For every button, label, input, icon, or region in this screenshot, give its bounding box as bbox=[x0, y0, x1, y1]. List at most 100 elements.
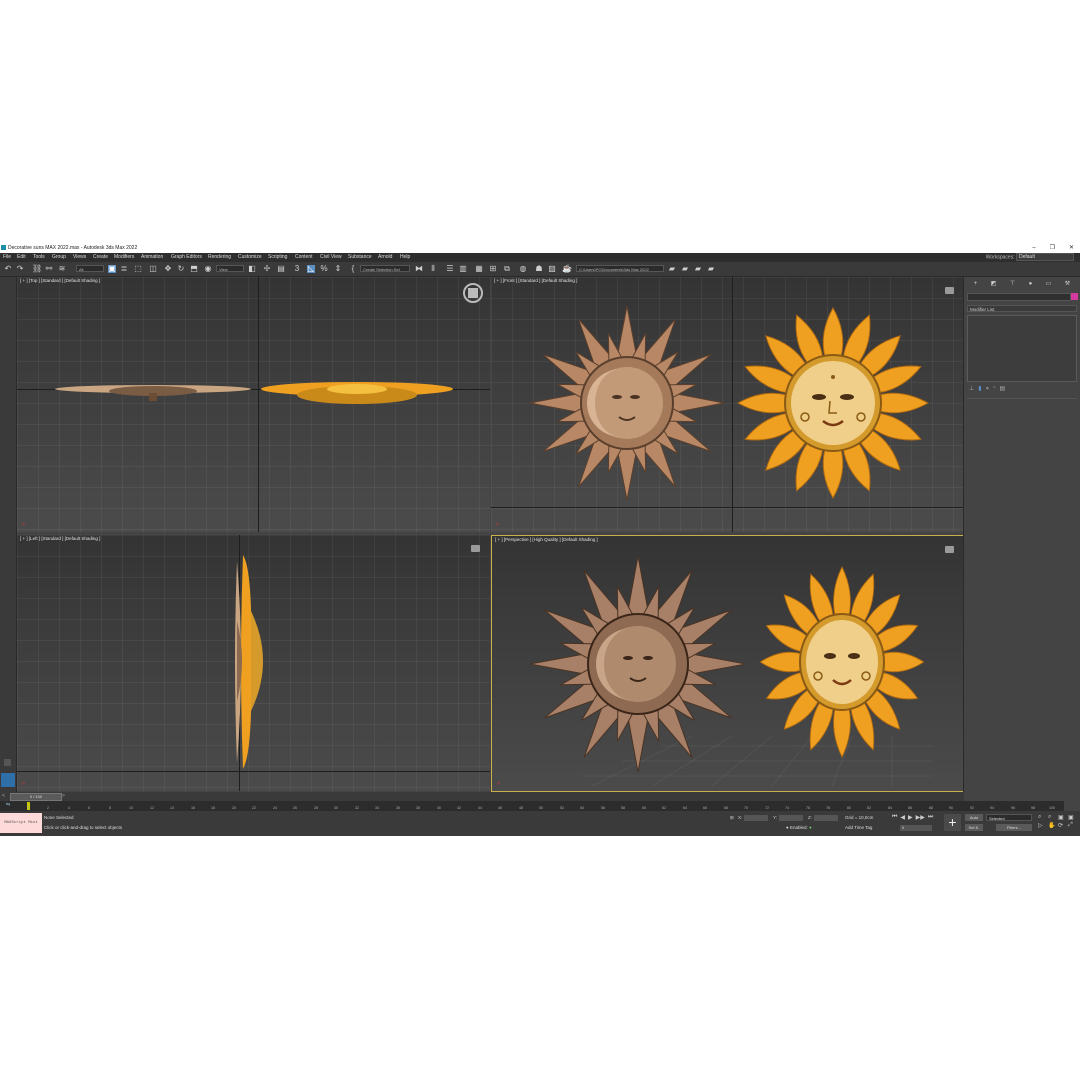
time-slider[interactable]: < 0 / 100 > bbox=[0, 792, 964, 801]
go-to-end-icon[interactable]: ⏭ bbox=[928, 814, 933, 821]
reference-coordinate-dropdown[interactable]: View bbox=[216, 265, 244, 272]
project-icon-2[interactable]: ▰ bbox=[681, 265, 689, 273]
viewport-label-front[interactable]: [ + ] [Front ] [Standard ] [Default Shad… bbox=[494, 278, 577, 283]
window-crossing-icon[interactable]: ◫ bbox=[149, 265, 157, 273]
prev-key-icon[interactable]: ◀ bbox=[900, 814, 905, 821]
project-icon-4[interactable]: ▰ bbox=[707, 265, 715, 273]
camera-icon[interactable] bbox=[945, 546, 954, 553]
menu-tools[interactable]: Tools bbox=[33, 253, 45, 262]
redo-icon[interactable]: ↷ bbox=[16, 265, 24, 273]
object-name-field[interactable] bbox=[967, 293, 1071, 301]
expand-icon[interactable] bbox=[4, 759, 11, 766]
menu-civil-view[interactable]: Civil View bbox=[320, 253, 342, 262]
viewport-label-top[interactable]: [ + ] [Top ] [Standard ] [Default Shadin… bbox=[20, 278, 100, 283]
camera-icon[interactable] bbox=[945, 287, 954, 294]
bind-space-warp-icon[interactable]: ≋ bbox=[58, 265, 66, 273]
make-unique-icon[interactable]: ⋄ bbox=[986, 385, 990, 392]
undo-icon[interactable]: ↶ bbox=[4, 265, 12, 273]
utilities-tab-icon[interactable]: ⚒ bbox=[1065, 280, 1070, 288]
maximize-viewport-icon[interactable]: ⤢ bbox=[1068, 822, 1077, 829]
set-key-button[interactable]: Set K. bbox=[965, 824, 983, 831]
camera-icon[interactable] bbox=[471, 545, 480, 552]
select-object-icon[interactable]: ▣ bbox=[108, 265, 116, 273]
viewport-layout-icon[interactable] bbox=[1, 773, 15, 787]
menu-customize[interactable]: Customize bbox=[238, 253, 262, 262]
project-icon-3[interactable]: ▰ bbox=[694, 265, 702, 273]
menu-substance[interactable]: Substance bbox=[348, 253, 372, 262]
play-icon[interactable]: ▶ bbox=[908, 814, 913, 821]
maxscript-listener[interactable]: MAXScript Mini bbox=[0, 813, 42, 833]
viewport-left[interactable]: [ + ] [Left ] [Standard ] [Default Shadi… bbox=[17, 535, 490, 791]
next-key-icon[interactable]: ▶▶ bbox=[916, 814, 925, 821]
rendered-frame-icon[interactable]: ▨ bbox=[548, 265, 556, 273]
minimize-button[interactable]: – bbox=[1032, 243, 1035, 253]
zoom-extents-icon[interactable]: ▣ bbox=[1058, 814, 1067, 821]
coord-z-field[interactable] bbox=[814, 815, 838, 821]
pin-stack-icon[interactable]: ⊥ bbox=[969, 385, 974, 392]
ribbon-icon[interactable]: ▦ bbox=[475, 265, 483, 273]
named-selection-dropdown[interactable]: Create Selection Set bbox=[360, 265, 410, 272]
viewport-label-left[interactable]: [ + ] [Left ] [Standard ] [Default Shadi… bbox=[20, 536, 100, 541]
spinner-snap-icon[interactable]: ⇕ bbox=[334, 265, 342, 273]
menu-rendering[interactable]: Rendering bbox=[208, 253, 231, 262]
modify-tab-icon[interactable]: ◩ bbox=[991, 280, 997, 288]
align-icon[interactable]: ⫴ bbox=[429, 265, 437, 273]
next-frame-icon[interactable]: > bbox=[62, 793, 65, 799]
scene-explorer-icon[interactable]: ☰ bbox=[446, 265, 454, 273]
viewport-perspective[interactable]: [ + ] [Perspective ] [High Quality ] [De… bbox=[491, 535, 965, 792]
menu-views[interactable]: Views bbox=[73, 253, 86, 262]
add-time-tag[interactable]: Add Time Tag bbox=[845, 825, 872, 830]
key-filter-dropdown[interactable]: Selected bbox=[986, 814, 1032, 821]
render-setup-icon[interactable]: ☗ bbox=[535, 265, 543, 273]
prev-frame-icon[interactable]: < bbox=[2, 793, 5, 799]
field-of-view-icon[interactable]: ▷ bbox=[1038, 822, 1047, 829]
modifier-stack[interactable] bbox=[967, 315, 1077, 382]
create-tab-icon[interactable]: + bbox=[974, 280, 978, 288]
select-manipulate-icon[interactable]: ✢ bbox=[263, 265, 271, 273]
time-slider-thumb[interactable]: 0 / 100 bbox=[10, 793, 62, 801]
key-filters-button[interactable]: Filters... bbox=[996, 824, 1032, 831]
menu-animation[interactable]: Animation bbox=[141, 253, 163, 262]
workspace-dropdown[interactable]: Default bbox=[1016, 253, 1074, 261]
object-color-swatch[interactable] bbox=[1071, 293, 1078, 300]
menu-content[interactable]: Content bbox=[295, 253, 313, 262]
motion-tab-icon[interactable]: ● bbox=[1029, 280, 1033, 288]
track-filter-icon[interactable]: ⇆ bbox=[6, 802, 10, 808]
auto-key-button[interactable]: Auto bbox=[965, 814, 983, 821]
viewcube-icon[interactable] bbox=[462, 282, 484, 304]
hierarchy-tab-icon[interactable]: ⊤ bbox=[1010, 280, 1015, 288]
zoom-extents-all-icon[interactable]: ▣ bbox=[1068, 814, 1077, 821]
layer-explorer-icon[interactable]: ▥ bbox=[459, 265, 467, 273]
percent-snap-icon[interactable]: % bbox=[320, 265, 328, 273]
isolate-selection-icon[interactable]: ⊞ bbox=[730, 815, 734, 821]
schematic-view-icon[interactable]: ⧉ bbox=[503, 265, 511, 273]
modifier-list-dropdown[interactable]: Modifier List bbox=[967, 305, 1077, 312]
pivot-center-icon[interactable]: ◧ bbox=[248, 265, 256, 273]
keyboard-shortcut-toggle-icon[interactable]: ▤ bbox=[277, 265, 285, 273]
menu-modifiers[interactable]: Modifiers bbox=[114, 253, 134, 262]
curve-editor-icon[interactable]: ⊞ bbox=[489, 265, 497, 273]
render-icon[interactable]: ☕ bbox=[562, 265, 572, 273]
viewport-front[interactable]: [ + ] [Front ] [Standard ] [Default Shad… bbox=[491, 277, 964, 532]
unlink-icon[interactable]: ⚯ bbox=[45, 265, 53, 273]
select-scale-icon[interactable]: ⬒ bbox=[190, 265, 198, 273]
pan-icon[interactable]: ✋ bbox=[1048, 822, 1057, 829]
close-button[interactable]: ✕ bbox=[1069, 243, 1074, 253]
select-rotate-icon[interactable]: ↻ bbox=[177, 265, 185, 273]
display-tab-icon[interactable]: ▭ bbox=[1046, 280, 1052, 288]
zoom-all-icon[interactable]: ⌕ bbox=[1048, 814, 1057, 821]
enabled-toggle[interactable]: ● Enabled: ● bbox=[786, 825, 812, 830]
coord-y-field[interactable] bbox=[779, 815, 804, 821]
viewport-top[interactable]: [ + ] [Top ] [Standard ] [Default Shadin… bbox=[17, 277, 490, 532]
selection-filter-dropdown[interactable]: All bbox=[76, 265, 104, 272]
menu-create[interactable]: Create bbox=[93, 253, 108, 262]
coord-x-field[interactable] bbox=[744, 815, 769, 821]
orbit-icon[interactable]: ⟳ bbox=[1058, 822, 1067, 829]
select-move-icon[interactable]: ✥ bbox=[164, 265, 172, 273]
new-key-plus-icon[interactable]: + bbox=[944, 814, 961, 831]
snaps-toggle-icon[interactable]: 3 bbox=[293, 265, 301, 273]
menu-help[interactable]: Help bbox=[400, 253, 410, 262]
angle-snap-icon[interactable]: ◺ bbox=[307, 265, 315, 273]
placement-icon[interactable]: ◉ bbox=[204, 265, 212, 273]
menu-edit[interactable]: Edit bbox=[17, 253, 26, 262]
